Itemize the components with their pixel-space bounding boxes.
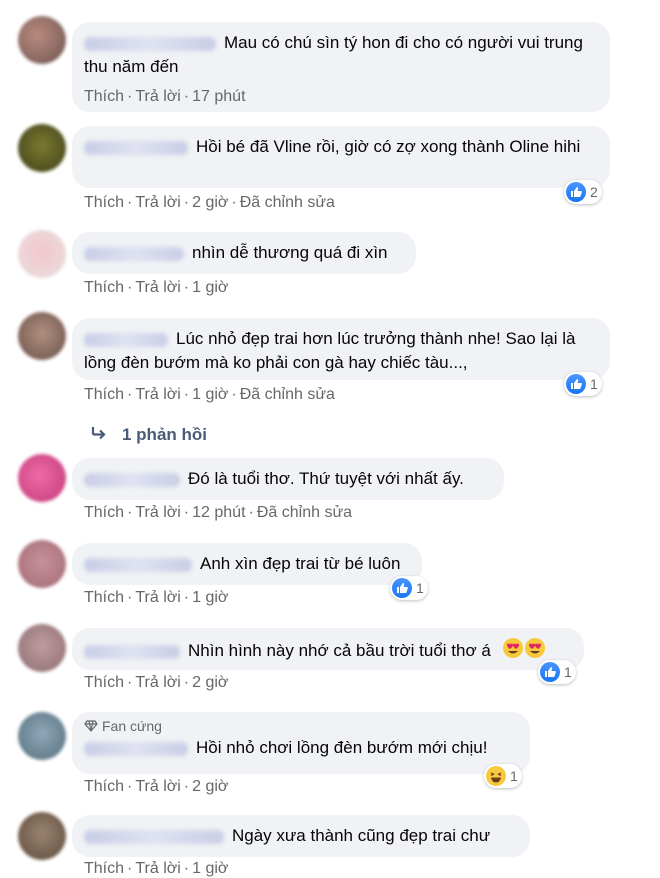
- like-link[interactable]: Thích: [84, 589, 124, 606]
- badge-label: Fan cứng: [102, 718, 162, 734]
- reaction-number: 1: [416, 580, 424, 596]
- like-reaction-icon: [392, 578, 412, 598]
- author-name[interactable]: [84, 644, 180, 659]
- timestamp[interactable]: 2 giờ: [192, 778, 228, 795]
- reply-arrow-icon: [90, 425, 108, 445]
- like-reaction-icon: [566, 182, 586, 202]
- comment-text: nhìn dễ thương quá đi xìn: [192, 243, 388, 262]
- timestamp[interactable]: 1 giờ: [192, 386, 228, 403]
- comment-actions: Thích · Trả lời · 2 giờ · Đã chỉnh sửa: [84, 194, 335, 211]
- reply-link[interactable]: Trả lời: [135, 860, 180, 877]
- comment-bubble: nhìn dễ thương quá đi xìn: [72, 232, 416, 274]
- reaction-number: 2: [590, 184, 598, 200]
- like-link[interactable]: Thích: [84, 279, 124, 296]
- like-link[interactable]: Thích: [84, 504, 124, 521]
- reaction-number: 1: [510, 768, 518, 784]
- comment-bubble: Ngày xưa thành cũng đẹp trai chư: [72, 815, 530, 857]
- author-name[interactable]: [84, 829, 224, 844]
- comment-bubble: Nhìn hình này nhớ cả bầu trời tuổi thơ á: [72, 628, 584, 670]
- avatar[interactable]: [18, 124, 66, 172]
- reply-link[interactable]: Trả lời: [135, 778, 180, 795]
- comment-actions: Thích · Trả lời · 2 giờ: [84, 674, 229, 691]
- reply-link[interactable]: Trả lời: [135, 88, 180, 105]
- author-name[interactable]: [84, 36, 216, 51]
- timestamp[interactable]: 17 phút: [192, 88, 245, 105]
- comment-actions: Thích · Trả lời · 2 giờ: [84, 778, 229, 795]
- reply-link[interactable]: Trả lời: [135, 194, 180, 211]
- reaction-number: 1: [590, 376, 598, 392]
- avatar[interactable]: [18, 16, 66, 64]
- author-name[interactable]: [84, 140, 188, 155]
- like-link[interactable]: Thích: [84, 860, 124, 877]
- like-reaction-icon: [566, 374, 586, 394]
- avatar[interactable]: [18, 540, 66, 588]
- like-link[interactable]: Thích: [84, 778, 124, 795]
- comment-actions: Thích · Trả lời · 1 giờ: [84, 589, 229, 606]
- author-name[interactable]: [84, 472, 180, 487]
- comment-text: Đó là tuổi thơ. Thứ tuyệt với nhất ấy.: [188, 469, 464, 488]
- author-name[interactable]: [84, 332, 168, 347]
- comment-text: Ngày xưa thành cũng đẹp trai chư: [232, 826, 491, 845]
- timestamp[interactable]: 12 phút: [192, 504, 245, 521]
- like-link[interactable]: Thích: [84, 674, 124, 691]
- reply-link[interactable]: Trả lời: [135, 504, 180, 521]
- view-replies-link[interactable]: 1 phản hồi: [90, 425, 207, 445]
- comment-actions: Thích · Trả lời · 1 giờ · Đã chỉnh sửa: [84, 386, 335, 403]
- comment-bubble: Hồi bé đã Vline rồi, giờ có zợ xong thàn…: [72, 126, 610, 188]
- comment-actions: Thích · Trả lời · 12 phút · Đã chỉnh sửa: [84, 504, 353, 521]
- avatar[interactable]: [18, 312, 66, 360]
- comment-text: Hồi bé đã Vline rồi, giờ có zợ xong thàn…: [196, 137, 581, 156]
- reaction-count[interactable]: 1: [564, 372, 602, 396]
- fan-badge: Fan cứng: [84, 718, 516, 734]
- avatar[interactable]: [18, 812, 66, 860]
- avatar[interactable]: [18, 624, 66, 672]
- comment-bubble: Anh xìn đẹp trai từ bé luôn: [72, 543, 422, 585]
- reaction-number: 1: [564, 664, 572, 680]
- comment-bubble: Đó là tuổi thơ. Thứ tuyệt với nhất ấy.: [72, 458, 504, 500]
- diamond-icon: [84, 720, 98, 732]
- reply-link[interactable]: Trả lời: [135, 674, 180, 691]
- avatar[interactable]: [18, 230, 66, 278]
- reply-link[interactable]: Trả lời: [135, 589, 180, 606]
- reply-link[interactable]: Trả lời: [135, 386, 180, 403]
- author-name[interactable]: [84, 741, 188, 756]
- comment-text: Anh xìn đẹp trai từ bé luôn: [200, 554, 401, 573]
- timestamp[interactable]: 1 giờ: [192, 589, 228, 606]
- edited-label[interactable]: Đã chỉnh sửa: [240, 194, 335, 211]
- timestamp[interactable]: 1 giờ: [192, 860, 228, 877]
- timestamp[interactable]: 2 giờ: [192, 674, 228, 691]
- reaction-count[interactable]: 1: [484, 764, 522, 788]
- comment-text: Nhìn hình này nhớ cả bầu trời tuổi thơ á: [188, 640, 491, 660]
- timestamp[interactable]: 2 giờ: [192, 194, 228, 211]
- reaction-count[interactable]: 1: [538, 660, 576, 684]
- avatar[interactable]: [18, 454, 66, 502]
- reaction-count[interactable]: 1: [390, 576, 428, 600]
- author-name[interactable]: [84, 557, 192, 572]
- like-link[interactable]: Thích: [84, 194, 124, 211]
- timestamp[interactable]: 1 giờ: [192, 279, 228, 296]
- reply-link[interactable]: Trả lời: [135, 279, 180, 296]
- like-reaction-icon: [540, 662, 560, 682]
- replies-count: 1 phản hồi: [122, 425, 207, 444]
- like-link[interactable]: Thích: [84, 88, 124, 105]
- edited-label[interactable]: Đã chỉnh sửa: [257, 504, 352, 521]
- haha-reaction-icon: [486, 766, 506, 786]
- heart-eyes-emoji: [502, 637, 546, 666]
- avatar[interactable]: [18, 712, 66, 760]
- like-link[interactable]: Thích: [84, 386, 124, 403]
- comment-actions: Thích · Trả lời · 1 giờ: [84, 279, 229, 296]
- comment-text: Hồi nhỏ chơi lồng đèn bướm mới chịu!: [196, 738, 488, 757]
- comment-actions: Thích · Trả lời · 1 giờ: [84, 860, 229, 877]
- reaction-count[interactable]: 2: [564, 180, 602, 204]
- edited-label[interactable]: Đã chỉnh sửa: [240, 386, 335, 403]
- comment-bubble: Fan cứng Hồi nhỏ chơi lồng đèn bướm mới …: [72, 712, 530, 774]
- author-name[interactable]: [84, 246, 184, 261]
- comment-bubble: Lúc nhỏ đẹp trai hơn lúc trưởng thành nh…: [72, 318, 610, 380]
- comment-actions: Thích · Trả lời · 17 phút: [84, 88, 246, 105]
